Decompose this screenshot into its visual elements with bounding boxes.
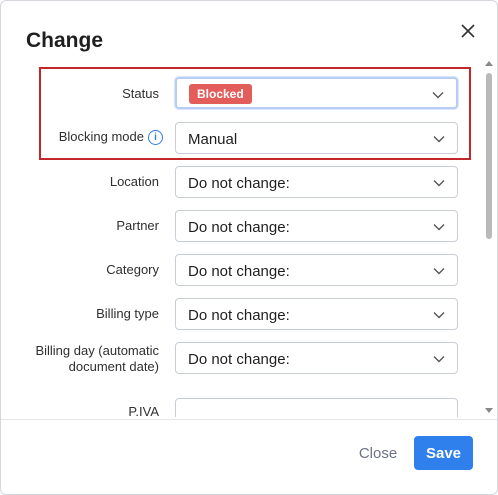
status-row: Status Blocked xyxy=(1,77,471,111)
dialog-title: Change xyxy=(26,29,104,52)
blocking-mode-label: Blocking mode xyxy=(58,129,144,144)
partner-value: Do not change: xyxy=(188,219,290,236)
close-button[interactable]: Close xyxy=(351,436,405,470)
partner-select[interactable]: Do not change: xyxy=(175,210,458,242)
blocking-mode-label-wrap: Blocking mode i xyxy=(1,129,163,146)
blocking-mode-row: Blocking mode i Manual xyxy=(1,122,471,156)
partner-label: Partner xyxy=(116,218,159,233)
partner-row: Partner Do not change: xyxy=(1,210,471,244)
scroll-down-arrow-icon[interactable] xyxy=(485,408,493,413)
billing-type-label: Billing type xyxy=(96,306,159,321)
scroll-thumb[interactable] xyxy=(486,73,492,239)
dialog-footer: Close Save xyxy=(1,419,497,494)
chevron-down-icon xyxy=(432,92,444,99)
billing-day-label-line1: Billing day (automatic xyxy=(35,343,159,358)
chevron-down-icon xyxy=(433,312,445,319)
scroll-up-arrow-icon[interactable] xyxy=(485,61,493,66)
category-select[interactable]: Do not change: xyxy=(175,254,458,286)
blocking-mode-value: Manual xyxy=(188,131,238,148)
category-value: Do not change: xyxy=(188,263,290,280)
billing-day-row: Billing day (automatic document date) Do… xyxy=(1,342,471,382)
close-icon[interactable] xyxy=(458,21,478,41)
status-label: Status xyxy=(122,86,159,101)
billing-day-value: Do not change: xyxy=(188,351,290,368)
location-label: Location xyxy=(109,174,159,189)
category-label: Category xyxy=(106,262,159,277)
info-icon[interactable]: i xyxy=(148,130,163,146)
chevron-down-icon xyxy=(433,356,445,363)
location-value: Do not change: xyxy=(188,175,290,192)
status-select[interactable]: Blocked xyxy=(175,77,458,109)
billing-type-select[interactable]: Do not change: xyxy=(175,298,458,330)
location-select[interactable]: Do not change: xyxy=(175,166,458,198)
piva-label: P.IVA xyxy=(128,404,159,417)
change-dialog: Change Status Blocked Blocking mode i Man… xyxy=(0,0,498,495)
dialog-body: Status Blocked Blocking mode i Manual Loc… xyxy=(1,59,497,417)
chevron-down-icon xyxy=(433,136,445,143)
save-button[interactable]: Save xyxy=(414,436,473,470)
chevron-down-icon xyxy=(433,268,445,275)
location-row: Location Do not change: xyxy=(1,166,471,200)
billing-type-value: Do not change: xyxy=(188,307,290,324)
blocking-mode-select[interactable]: Manual xyxy=(175,122,458,154)
billing-day-label-line2: document date) xyxy=(68,359,159,374)
piva-input[interactable] xyxy=(175,398,458,417)
piva-row: P.IVA xyxy=(1,398,471,417)
category-row: Category Do not change: xyxy=(1,254,471,288)
status-badge: Blocked xyxy=(189,84,252,104)
billing-day-select[interactable]: Do not change: xyxy=(175,342,458,374)
scrollbar[interactable] xyxy=(483,59,495,417)
billing-day-label: Billing day (automatic document date) xyxy=(1,343,159,375)
billing-type-row: Billing type Do not change: xyxy=(1,298,471,332)
chevron-down-icon xyxy=(433,224,445,231)
chevron-down-icon xyxy=(433,180,445,187)
